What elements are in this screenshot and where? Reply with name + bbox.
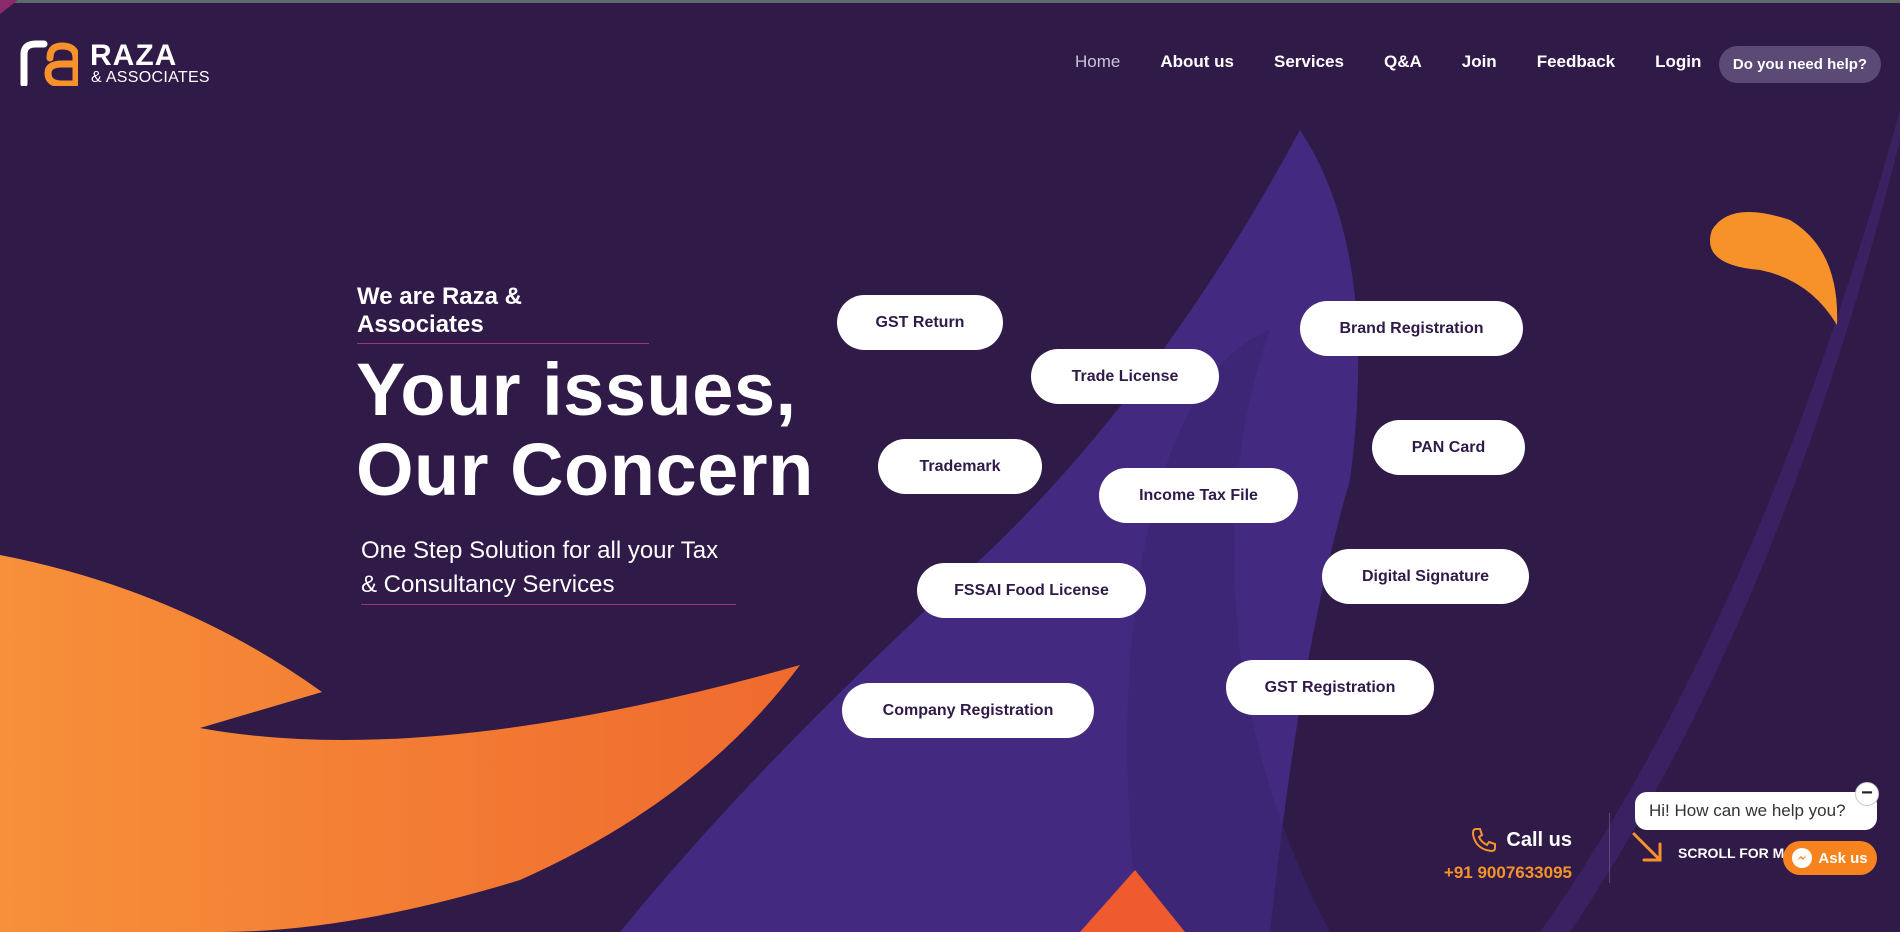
nav-qa[interactable]: Q&A	[1384, 50, 1422, 74]
ask-us-button[interactable]: Ask us	[1783, 841, 1877, 875]
service-income-tax-file[interactable]: Income Tax File	[1099, 468, 1298, 523]
arrow-down-right-icon[interactable]	[1630, 830, 1666, 866]
service-gst-registration[interactable]: GST Registration	[1226, 660, 1434, 715]
phone-icon	[1472, 828, 1497, 853]
nav-home[interactable]: Home	[1075, 50, 1120, 74]
service-digital-signature[interactable]: Digital Signature	[1322, 549, 1529, 604]
chat-greeting-bubble[interactable]: Hi! How can we help you?	[1635, 792, 1877, 830]
hero-subline: One Step Solution for all your Tax & Con…	[361, 534, 736, 605]
brand-subtitle: & ASSOCIATES	[91, 69, 210, 86]
help-button[interactable]: Do you need help?	[1719, 46, 1881, 83]
headline-line-1: Your issues,	[356, 348, 797, 431]
nav-about[interactable]: About us	[1160, 50, 1234, 74]
headline-line-2: Our Concern	[356, 428, 814, 511]
call-us-block: Call us +91 9007633095	[1430, 826, 1572, 883]
call-us-label: Call us	[1506, 828, 1572, 851]
logo-mark-icon	[20, 40, 78, 86]
hero-headline: Your issues, Our Concern	[356, 350, 814, 510]
messenger-icon	[1792, 848, 1813, 868]
service-brand-registration[interactable]: Brand Registration	[1300, 301, 1523, 356]
service-fssai-food-license[interactable]: FSSAI Food License	[917, 563, 1146, 618]
main-nav: Home About us Services Q&A Join Feedback…	[1075, 50, 1741, 74]
nav-login[interactable]: Login	[1655, 50, 1701, 74]
service-trademark[interactable]: Trademark	[878, 439, 1042, 494]
nav-join[interactable]: Join	[1462, 50, 1497, 74]
service-trade-license[interactable]: Trade License	[1031, 349, 1219, 404]
bottom-divider	[1609, 813, 1610, 883]
brand-logo[interactable]: RAZA & ASSOCIATES	[20, 40, 210, 88]
nav-services[interactable]: Services	[1274, 50, 1344, 74]
service-pan-card[interactable]: PAN Card	[1372, 420, 1525, 475]
service-gst-return[interactable]: GST Return	[837, 295, 1003, 350]
call-us-heading: Call us	[1470, 826, 1572, 854]
ask-us-label: Ask us	[1818, 849, 1868, 867]
scroll-label[interactable]: SCROLL FOR MO	[1678, 845, 1795, 861]
minus-icon[interactable]: −	[1855, 782, 1879, 806]
phone-number[interactable]: +91 9007633095	[1430, 863, 1572, 883]
chat-greeting-text: Hi! How can we help you?	[1649, 801, 1846, 820]
hero-tagline: We are Raza & Associates	[357, 283, 649, 344]
nav-feedback[interactable]: Feedback	[1537, 50, 1615, 74]
brand-name: RAZA	[90, 39, 178, 72]
service-company-registration[interactable]: Company Registration	[842, 683, 1094, 738]
